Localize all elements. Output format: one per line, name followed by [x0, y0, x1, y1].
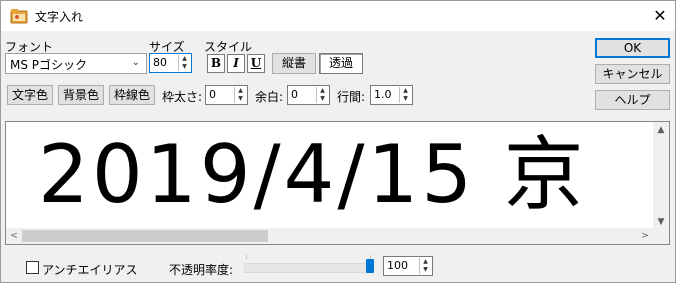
border-width-label: 枠太さ:: [162, 90, 203, 104]
spin-down-icon[interactable]: ▼: [179, 63, 190, 71]
window-title: 文字入れ: [35, 10, 84, 24]
line-spacing-spinner[interactable]: 1.0 ▲ ▼: [370, 85, 413, 105]
horizontal-scroll-thumb[interactable]: [22, 230, 268, 242]
margin-label: 余白:: [255, 90, 284, 104]
spin-up-icon[interactable]: ▲: [400, 87, 411, 95]
border-color-button[interactable]: 枠線色: [109, 85, 155, 105]
border-width-value: 0: [209, 88, 216, 101]
margin-spinner[interactable]: 0 ▲ ▼: [287, 85, 330, 105]
opacity-value: 100: [387, 259, 408, 272]
folder-image-icon: [10, 9, 28, 24]
size-stepper[interactable]: ▲ ▼: [178, 55, 190, 71]
margin-value: 0: [291, 88, 298, 101]
scrollbar-corner: [653, 228, 669, 244]
bold-button[interactable]: B: [207, 54, 225, 73]
vertical-text-button[interactable]: 縦書: [272, 53, 316, 74]
line-spacing-label: 行間:: [337, 90, 366, 104]
border-width-spinner[interactable]: 0 ▲ ▼: [205, 85, 248, 105]
vertical-scrollbar[interactable]: ▲ ▼: [653, 122, 669, 230]
size-spinner[interactable]: 80 ▲ ▼: [149, 53, 192, 73]
font-select-value: MS Pゴシック: [10, 58, 88, 72]
scroll-left-icon[interactable]: <: [6, 228, 22, 244]
preview-area: 2019/4/15 京 ▲ ▼ < >: [5, 121, 670, 245]
spin-down-icon[interactable]: ▼: [400, 95, 411, 103]
opacity-slider-track[interactable]: [244, 263, 373, 273]
spin-up-icon[interactable]: ▲: [179, 55, 190, 63]
dialog-window: 文字入れ ✕ フォント サイズ スタイル MS Pゴシック ⌄ 80 ▲ ▼ B…: [0, 0, 676, 283]
spin-up-icon[interactable]: ▲: [317, 87, 328, 95]
opacity-slider-thumb[interactable]: [366, 259, 374, 273]
line-spacing-value: 1.0: [374, 88, 392, 101]
spin-down-icon[interactable]: ▼: [420, 266, 431, 274]
margin-stepper[interactable]: ▲ ▼: [316, 87, 328, 103]
spin-down-icon[interactable]: ▼: [235, 95, 246, 103]
font-select[interactable]: MS Pゴシック ⌄: [5, 53, 147, 74]
scroll-right-icon[interactable]: >: [637, 228, 653, 244]
scroll-up-icon[interactable]: ▲: [653, 122, 669, 138]
chevron-down-icon: ⌄: [131, 57, 140, 68]
cancel-button[interactable]: キャンセル: [595, 64, 670, 84]
opacity-spinner[interactable]: 100 ▲ ▼: [383, 256, 433, 276]
slider-tick: [246, 255, 247, 259]
title-bar: 文字入れ ✕: [1, 1, 675, 31]
horizontal-scrollbar[interactable]: < >: [6, 228, 653, 244]
size-value: 80: [153, 56, 167, 69]
transparent-button[interactable]: 透過: [319, 53, 363, 74]
ok-button[interactable]: OK: [595, 38, 670, 58]
spin-up-icon[interactable]: ▲: [420, 258, 431, 266]
close-icon[interactable]: ✕: [646, 4, 674, 28]
antialias-label: アンチエイリアス: [42, 263, 138, 277]
antialias-checkbox[interactable]: [26, 261, 39, 274]
underline-button[interactable]: U: [247, 54, 265, 73]
style-label: スタイル: [204, 40, 253, 54]
help-button[interactable]: ヘルプ: [595, 90, 670, 110]
opacity-stepper[interactable]: ▲ ▼: [419, 258, 431, 274]
background-color-button[interactable]: 背景色: [58, 85, 104, 105]
spin-up-icon[interactable]: ▲: [235, 87, 246, 95]
border-width-stepper[interactable]: ▲ ▼: [234, 87, 246, 103]
italic-button[interactable]: I: [227, 54, 245, 73]
line-spacing-stepper[interactable]: ▲ ▼: [399, 87, 411, 103]
spin-down-icon[interactable]: ▼: [317, 95, 328, 103]
opacity-label: 不透明率度:: [169, 263, 234, 277]
text-color-button[interactable]: 文字色: [7, 85, 53, 105]
preview-text: 2019/4/15 京: [38, 128, 587, 221]
